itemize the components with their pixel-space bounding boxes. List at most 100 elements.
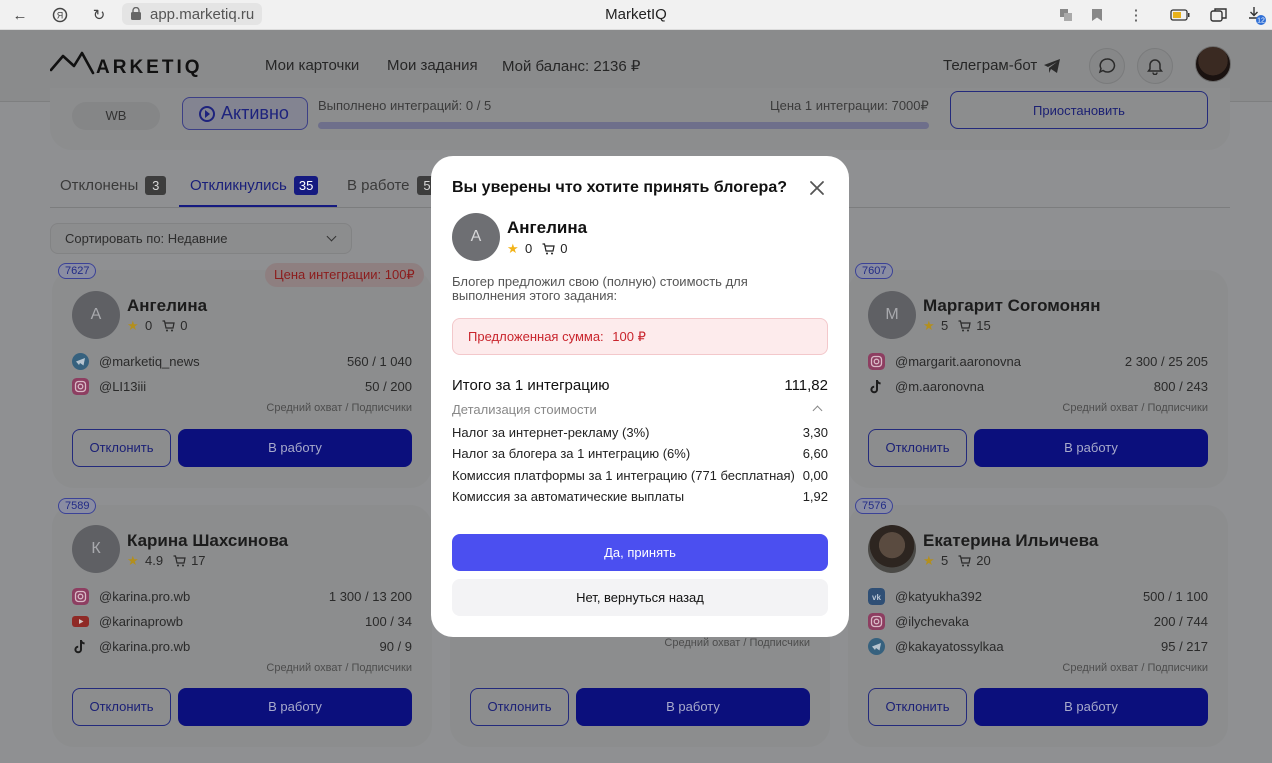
decline-button[interactable]: Отклонить	[868, 429, 967, 467]
telegram-bot-link[interactable]: Телеграм-бот	[943, 57, 1061, 74]
social-handle[interactable]: @m.aaronovna	[895, 379, 984, 394]
rating-value: 0	[525, 241, 533, 256]
active-tab-indicator	[179, 205, 337, 207]
star-icon: ★	[507, 241, 519, 256]
social-handle[interactable]: @marketiq_news	[99, 354, 200, 369]
downloads-icon[interactable]: 12	[1247, 5, 1267, 25]
card-id-badge: 7589	[58, 498, 97, 514]
offered-amount-value: 100 ₽	[612, 329, 646, 344]
offered-amount-label: Предложенная сумма:	[468, 329, 604, 344]
social-handle[interactable]: @karinaprowb	[99, 614, 183, 629]
take-to-work-button[interactable]: В работу	[974, 688, 1208, 726]
tab-responded[interactable]: Откликнулись 35	[190, 176, 319, 195]
vk-icon: vk	[868, 588, 885, 605]
modal-title: Вы уверены что хотите принять блогера?	[452, 179, 787, 196]
chevron-down-icon	[326, 231, 337, 242]
tab-label: В работе	[347, 177, 410, 194]
blogger-name: Екатерина Ильичева	[923, 531, 1099, 550]
social-row: @karina.pro.wb 1 300 / 13 200	[72, 587, 412, 607]
cart-icon	[162, 319, 175, 331]
nav-my-tasks[interactable]: Мои задания	[387, 57, 478, 74]
orders-value: 17	[191, 553, 206, 568]
total-value: 111,82	[784, 377, 828, 394]
chat-button[interactable]	[1089, 48, 1125, 84]
integration-price: Цена 1 интеграции: 7000₽	[770, 98, 929, 113]
status-label: Активно	[221, 103, 289, 123]
social-handle[interactable]: @karina.pro.wb	[99, 589, 190, 604]
social-handle[interactable]: @LI13iii	[99, 379, 146, 394]
decline-button[interactable]: Отклонить	[72, 688, 171, 726]
notifications-button[interactable]	[1137, 48, 1173, 84]
decline-button[interactable]: Отклонить	[470, 688, 569, 726]
take-to-work-button[interactable]: В работу	[576, 688, 810, 726]
nav-my-cards[interactable]: Мои карточки	[265, 57, 359, 74]
marketplace-badge: WB	[72, 102, 160, 130]
cost-line: Комиссия платформы за 1 интеграцию (771 …	[452, 468, 828, 484]
close-icon[interactable]	[809, 180, 825, 196]
tab-rejected[interactable]: Отклонены 3	[60, 176, 167, 195]
reach-subscribers-note: Средний охват / Подписчики	[266, 402, 412, 414]
browser-toolbar: ← Я ↻ app.marketiq.ru MarketIQ ⋮ 12	[0, 0, 1272, 30]
take-to-work-button[interactable]: В работу	[974, 429, 1208, 467]
social-stats: 1 300 / 13 200	[328, 589, 412, 604]
cart-icon	[958, 319, 971, 331]
progress-bar	[318, 122, 929, 129]
user-avatar[interactable]	[1195, 46, 1231, 82]
blogger-stats: ★ 0 0	[127, 318, 187, 333]
social-handle[interactable]: @karina.pro.wb	[99, 639, 190, 654]
marketiq-logo[interactable]: ARKETIQ	[50, 50, 212, 78]
social-stats: 2 300 / 25 205	[1124, 354, 1208, 369]
social-stats: 100 / 34	[365, 614, 412, 629]
cost-line: Налог за интернет-рекламу (3%) 3,30	[452, 425, 828, 441]
cart-icon	[958, 554, 971, 566]
decline-button[interactable]: Отклонить	[72, 429, 171, 467]
star-icon: ★	[127, 318, 139, 333]
svg-text:ARKETIQ: ARKETIQ	[96, 57, 203, 78]
card-id-badge: 7627	[58, 263, 97, 279]
take-to-work-button[interactable]: В работу	[178, 688, 412, 726]
play-circle-icon	[199, 105, 215, 122]
social-handle[interactable]: @margarit.aaronovna	[895, 354, 1021, 369]
avatar: К	[72, 525, 120, 573]
social-row: @marketiq_news 560 / 1 040	[72, 352, 412, 372]
sort-dropdown[interactable]: Сортировать по: Недавние	[50, 223, 352, 254]
instagram-icon	[72, 378, 89, 395]
accept-blogger-modal: Вы уверены что хотите принять блогера? А…	[431, 156, 849, 637]
nav-balance[interactable]: Мой баланс: 2136 ₽	[502, 57, 640, 75]
go-back-button[interactable]: Нет, вернуться назад	[452, 579, 828, 616]
collections-icon[interactable]	[1209, 5, 1229, 25]
take-to-work-button[interactable]: В работу	[178, 429, 412, 467]
rating-value: 0	[145, 318, 153, 333]
social-stats: 50 / 200	[365, 379, 412, 394]
sort-label: Сортировать по: Недавние	[65, 231, 228, 246]
bell-icon	[1147, 59, 1163, 75]
svg-text:vk: vk	[872, 593, 881, 602]
telegram-bot-label: Телеграм-бот	[943, 57, 1038, 74]
pause-button[interactable]: Приостановить	[950, 91, 1208, 129]
social-handle[interactable]: @ilychevaka	[895, 614, 969, 629]
social-handle[interactable]: @kakayatossylkaa	[895, 639, 1004, 654]
status-active-badge[interactable]: Активно	[182, 97, 308, 130]
social-row: @LI13iii 50 / 200	[72, 377, 412, 397]
decline-button[interactable]: Отклонить	[868, 688, 967, 726]
tab-label: Откликнулись	[190, 177, 287, 194]
battery-icon	[1170, 5, 1190, 25]
translate-icon[interactable]	[1056, 5, 1076, 25]
social-stats: 560 / 1 040	[346, 354, 412, 369]
menu-dots-icon[interactable]: ⋮	[1126, 5, 1146, 25]
instagram-icon	[868, 353, 885, 370]
bookmark-icon[interactable]	[1087, 5, 1107, 25]
avatar: М	[868, 291, 916, 339]
rating-value: 5	[941, 318, 949, 333]
orders-value: 20	[976, 553, 991, 568]
social-handle[interactable]: @katyukha392	[895, 589, 982, 604]
social-row: @margarit.aaronovna 2 300 / 25 205	[868, 352, 1208, 372]
chevron-up-icon[interactable]	[812, 405, 823, 416]
tab-count: 3	[145, 176, 167, 195]
accept-button[interactable]: Да, принять	[452, 534, 828, 571]
cost-breakdown-toggle[interactable]: Детализация стоимости	[452, 402, 597, 417]
tab-in-progress[interactable]: В работе 5	[347, 176, 438, 195]
offered-amount-box: Предложенная сумма: 100 ₽	[452, 318, 828, 355]
cost-line-value: 1,92	[802, 489, 828, 504]
card-id-badge: 7607	[855, 263, 894, 279]
